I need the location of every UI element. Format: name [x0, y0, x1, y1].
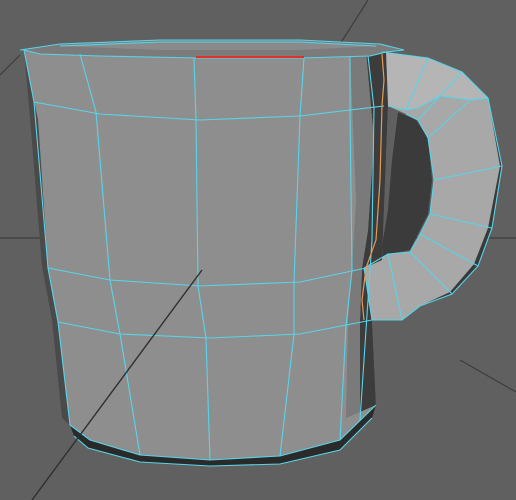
mug-body[interactable]: [20, 40, 400, 466]
3d-viewport[interactable]: [0, 0, 516, 500]
viewport-canvas[interactable]: [0, 0, 516, 500]
grid-line: [459, 359, 516, 393]
grid-line: [0, 54, 21, 76]
